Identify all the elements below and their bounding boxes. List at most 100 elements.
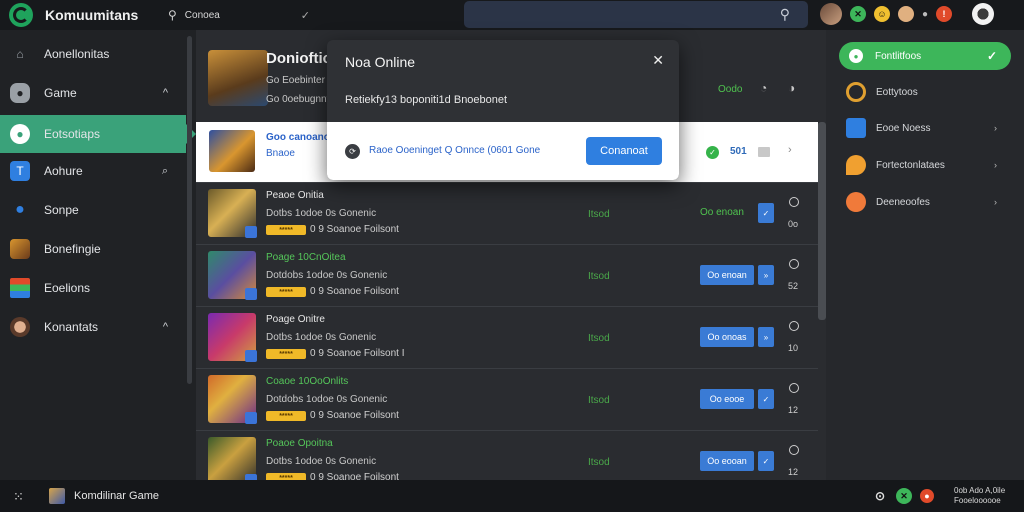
right-panel-label: Deeneoofes [876, 196, 930, 208]
chevron-right-icon[interactable]: › [994, 197, 997, 207]
row-action-button[interactable]: Oo enoan [700, 265, 754, 285]
sidebar-item-chat[interactable]: ● Eotsotiaps [0, 115, 196, 153]
profile-avatar[interactable] [972, 3, 995, 25]
right-panel-item-eooe-noess[interactable]: Eooe Noess › [846, 116, 1011, 140]
game-meta: 0 9 Soanoe Foilsont [310, 410, 399, 421]
user-avatar[interactable] [820, 3, 842, 25]
sidebar-item-sonpe[interactable]: ● Sonpe [0, 191, 186, 229]
search-icon[interactable]: ⌕ [162, 165, 168, 178]
emoji-icon[interactable]: ☺ [874, 6, 890, 22]
trophy-icon [846, 82, 866, 102]
sidebar-item-konantats[interactable]: Konantats ^ [0, 308, 186, 346]
modal-footer-text: Raoe Ooeninget Q Onnce (0601 Gone [369, 145, 541, 156]
right-panel-item-eottytoos[interactable]: Eottytoos [846, 80, 1011, 104]
featured-game-subtitle: Go 0oebugnnt [266, 94, 330, 105]
table-row[interactable]: Coaoe 10OoOnlits Dotdobs 1odoe 0s Goneni… [196, 368, 818, 430]
sidebar-item-home[interactable]: ⌂ Aonellonitas [0, 35, 186, 73]
search-icon[interactable]: ⚲ [780, 6, 790, 23]
taskbar-game-label[interactable]: Komdilinar Game [74, 490, 159, 502]
row-select-radio[interactable] [789, 383, 799, 393]
game-description: Dotbs 1odoe 0s Gonenic [266, 456, 377, 467]
sidebar-item-bonefingie[interactable]: Bonefingie [0, 230, 186, 268]
clock-line: 0ob Ado A,0ile [954, 486, 1006, 495]
row-select-radio[interactable] [789, 259, 799, 269]
notification-icon[interactable]: ● [920, 489, 934, 503]
flag-icon [10, 278, 30, 298]
friend-avatar-icon[interactable] [898, 6, 914, 22]
row-action-button[interactable]: Oo eooan [700, 451, 754, 471]
settings-icon[interactable]: ◑ [788, 81, 795, 95]
table-row[interactable]: Poage Onitre Dotbs 1odoe 0s Gonenic ****… [196, 306, 818, 368]
apps-icon[interactable]: ⁙ [13, 489, 24, 505]
check-icon: ✓ [986, 49, 997, 63]
row-action-button[interactable]: Oo enoan [700, 207, 744, 218]
top-search-box[interactable]: ⚲ ✓ [160, 4, 320, 26]
status-text: Itsod [588, 271, 610, 282]
row-count: 10 [788, 343, 799, 353]
game-name: Poaoe Opoitna [266, 438, 333, 449]
row-options-button[interactable]: » [758, 327, 774, 347]
top-search-input[interactable] [184, 9, 295, 21]
chevron-right-icon[interactable]: › [788, 144, 792, 156]
sidebar-item-game[interactable]: ● Game ^ [0, 74, 186, 112]
xbox-icon[interactable]: ✕ [896, 488, 912, 504]
controller-icon[interactable]: ⊙ [872, 488, 888, 504]
row-action-button[interactable]: Oo eooe [700, 389, 754, 409]
right-panel-label: Fortectonlataes [876, 159, 945, 171]
featured-game-status: Oodo [718, 84, 743, 95]
row-options-button[interactable]: » [758, 265, 774, 285]
row-options-button[interactable]: ✓ [758, 451, 774, 471]
row-count: 12 [788, 467, 799, 477]
table-row[interactable]: Poage 10CnOitea Dotdobs 1odoe 0s Gonenic… [196, 244, 818, 306]
right-panel-item-fortectonlataes[interactable]: Fortectonlataes › [846, 153, 1011, 177]
right-panel-label: Fontlitfoos [875, 50, 922, 62]
user-icon: ● [15, 201, 25, 218]
chevron-up-icon[interactable]: ^ [163, 321, 168, 333]
row-options-button[interactable]: ✓ [758, 203, 774, 223]
close-icon[interactable]: ✕ [652, 52, 664, 69]
chevron-right-icon[interactable]: › [994, 123, 997, 133]
connect-button[interactable]: Conanoat [586, 137, 662, 165]
rating-badge: ***** [266, 349, 306, 359]
modal-title: Noa Online [345, 54, 416, 70]
status-text: Itsod [588, 457, 610, 468]
game-thumbnail [208, 313, 257, 362]
chevron-up-icon[interactable]: ^ [163, 87, 168, 99]
menu-icon[interactable] [758, 147, 770, 157]
app-logo[interactable] [9, 3, 33, 27]
chevron-right-icon[interactable]: › [994, 160, 997, 170]
row-select-radio[interactable] [789, 445, 799, 455]
sidebar-scrollbar[interactable] [187, 36, 192, 384]
game-name: Poage Onitre [266, 314, 325, 325]
chat-icon: ● [849, 49, 863, 63]
check-icon[interactable]: ✓ [301, 9, 310, 22]
game-description: Dotbs 1odoe 0s Gonenic [266, 208, 377, 219]
main-search-bar[interactable]: ⚲ [464, 1, 808, 28]
game-meta: 0 9 Soanoe Foilsont [310, 286, 399, 297]
modal-message: Retiekfy13 boponiti1d Bnoebonet [345, 94, 508, 106]
sidebar-item-label: Eotsotiaps [44, 127, 101, 141]
row-select-radio[interactable] [789, 197, 799, 207]
right-panel-active-item[interactable]: ● Fontlitfoos ✓ [839, 42, 1011, 70]
tray-clock: 0ob Ado A,0ile Fooeloooooe [954, 486, 1005, 506]
row-action-button[interactable]: Oo onoas [700, 327, 754, 347]
right-panel-item-deeneoofes[interactable]: Deeneoofes › [846, 190, 1011, 214]
table-row[interactable]: Peaoe Onitia Dotbs 1odoe 0s Gonenic ****… [196, 182, 818, 244]
notification-icon[interactable]: ! [936, 6, 953, 22]
row-options-button[interactable]: ✓ [758, 389, 774, 409]
bell-icon[interactable]: ◔ [760, 81, 767, 95]
taskbar: ⁙ Komdilinar Game ⊙ ✕ ● 0ob Ado A,0ile F… [0, 480, 1024, 512]
content-scrollbar[interactable] [818, 122, 826, 320]
gift-icon [846, 192, 866, 212]
game-taskbar-thumbnail[interactable] [49, 488, 65, 504]
sidebar-item-label: Eoelions [44, 281, 91, 295]
sidebar-item-label: Aonellonitas [44, 47, 110, 61]
row-select-radio[interactable] [789, 321, 799, 331]
sidebar-item-eoelions[interactable]: Eoelions [0, 269, 186, 307]
xbox-icon[interactable]: ✕ [850, 6, 866, 22]
clock-line: Fooeloooooe [954, 496, 1001, 505]
game-name: Peaoe Onitia [266, 190, 324, 201]
rating-badge: ***** [266, 411, 306, 421]
sidebar-item-aohure[interactable]: T Aohure ⌕ [0, 152, 186, 190]
featured-game-thumbnail[interactable] [208, 50, 268, 106]
